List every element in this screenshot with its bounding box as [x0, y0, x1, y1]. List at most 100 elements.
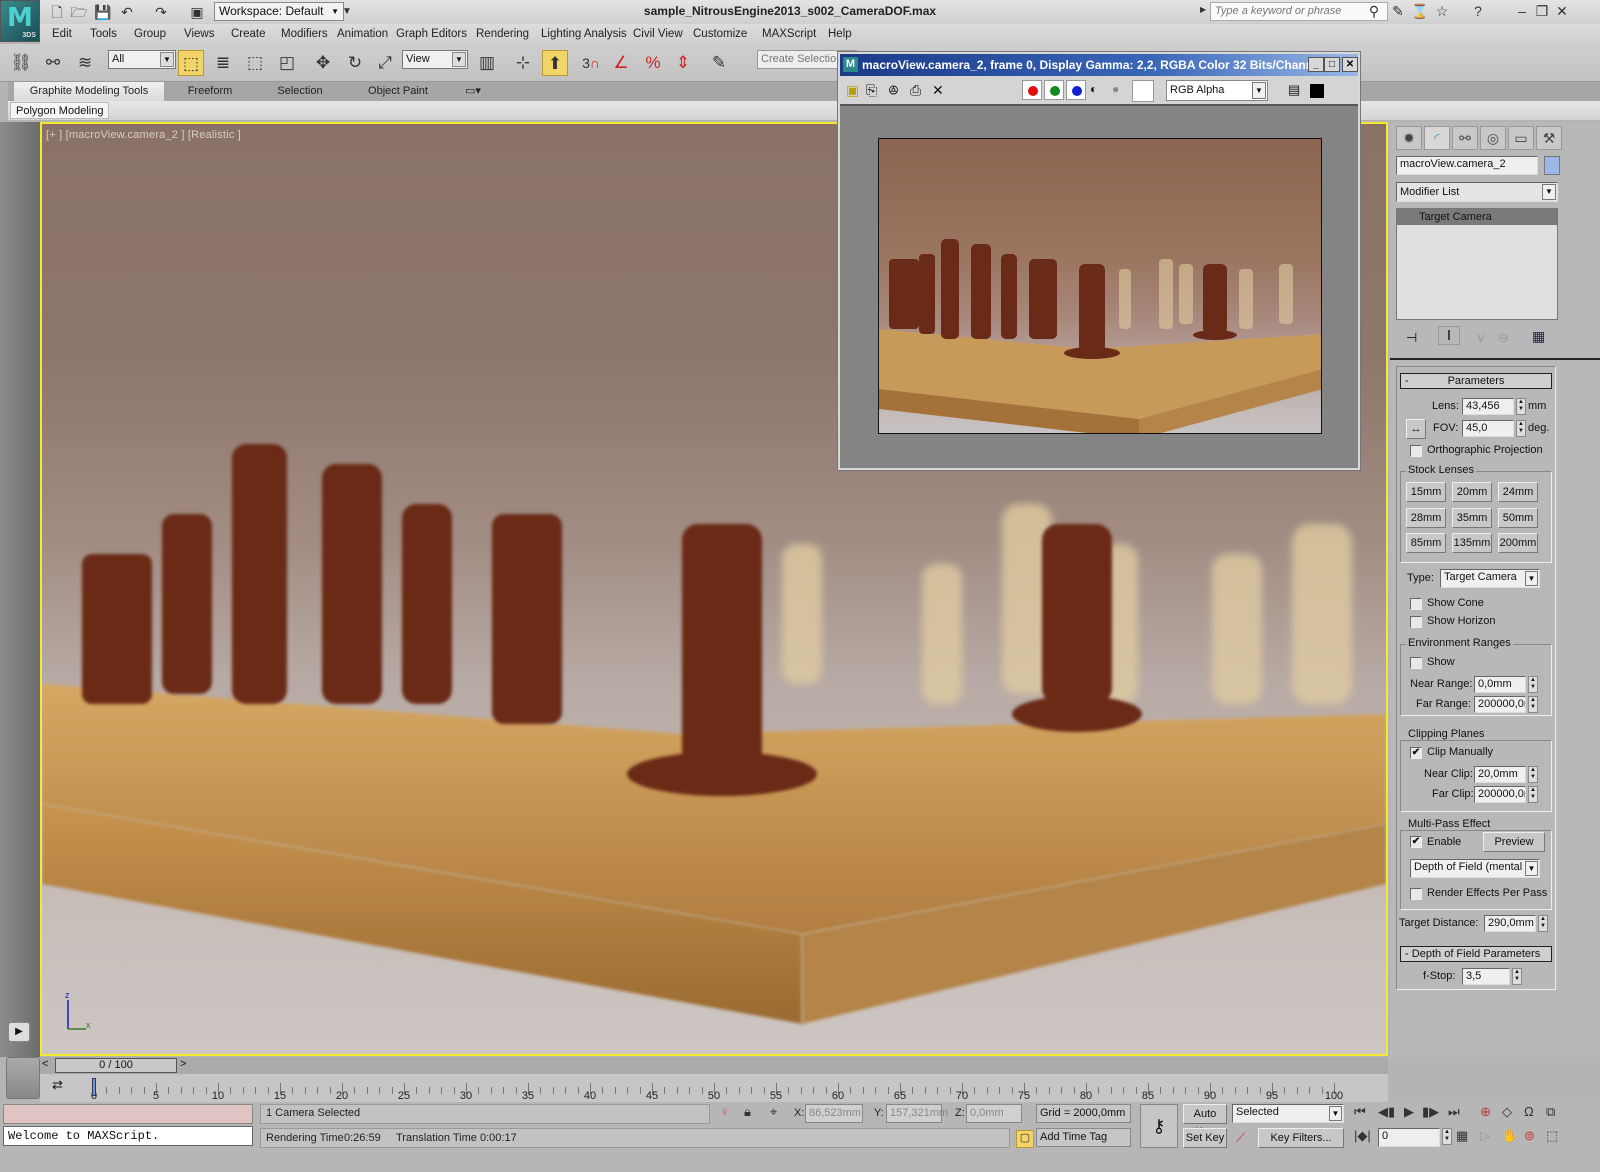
curve-editor-icon[interactable]: ⇄ [52, 1077, 63, 1093]
pivot-center-icon[interactable]: ▥ [474, 50, 500, 76]
add-time-tag-button[interactable]: Add Time Tag [1036, 1128, 1131, 1147]
angle-snap-icon[interactable]: ∠ [608, 50, 634, 76]
key-mode-dropdown[interactable]: Selected ▼ [1232, 1104, 1344, 1123]
reference-coordinate-dropdown[interactable]: View ▼ [402, 50, 468, 69]
maximize-viewport-icon[interactable]: ⬚ [1546, 1128, 1558, 1144]
monochrome-icon[interactable]: ● [1112, 82, 1119, 96]
next-frame-icon[interactable]: ▮▶ [1422, 1104, 1439, 1120]
quick-access-dropdown-icon[interactable]: ▼ [338, 3, 356, 21]
time-slider-knob[interactable]: 0 / 100 [55, 1058, 177, 1073]
configure-modifier-sets-icon[interactable]: ▦ [1532, 328, 1545, 345]
far-range-input[interactable]: 200000,0r [1474, 696, 1526, 713]
percent-snap-icon[interactable]: % [640, 50, 666, 76]
move-icon[interactable]: ✥ [310, 50, 336, 76]
toggle-ui-icon[interactable] [1310, 84, 1324, 98]
print-image-icon[interactable]: ⎙ [910, 82, 921, 99]
edit-named-selection-icon[interactable]: ✎ [706, 50, 732, 76]
clear-image-icon[interactable]: ✕ [932, 82, 944, 99]
menu-group[interactable]: Group [134, 28, 166, 40]
save-image-icon[interactable]: ▣ [846, 82, 859, 99]
unlink-icon[interactable]: ⚯ [40, 50, 66, 76]
near-range-input[interactable]: 0,0mm [1474, 676, 1526, 693]
remove-modifier-icon[interactable]: ⊖ [1498, 330, 1509, 346]
channel-display-dropdown[interactable]: RGB Alpha ▼ [1166, 80, 1268, 101]
set-key-button[interactable]: Set Key [1183, 1128, 1227, 1148]
clip-manually-checkbox[interactable]: ✔ [1410, 747, 1422, 759]
toggle-ui-overlay-icon[interactable]: ▤ [1288, 82, 1300, 98]
selection-lock-icon[interactable]: 🔒︎ [744, 1104, 751, 1120]
rectangular-selection-icon[interactable]: ⬚ [242, 50, 268, 76]
show-end-result-icon[interactable]: I [1438, 326, 1460, 345]
modifier-list-dropdown[interactable]: Modifier List ▼ [1396, 182, 1558, 202]
select-object-icon[interactable]: ⬚ [178, 50, 204, 76]
window-crossing-icon[interactable]: ◰ [274, 50, 300, 76]
subscription-icon[interactable]: ✎ [1388, 3, 1408, 20]
binoculars-icon[interactable]: ⚲ [1364, 3, 1384, 20]
red-channel-toggle[interactable] [1022, 80, 1042, 100]
current-frame-input[interactable]: 0 [1378, 1128, 1440, 1147]
fov-direction-button[interactable]: ↔ [1406, 419, 1426, 439]
menu-create[interactable]: Create [231, 28, 266, 40]
fstop-input[interactable]: 3,5 [1462, 968, 1510, 985]
target-distance-spinner[interactable]: ▲ ▼ [1538, 915, 1548, 932]
green-channel-toggle[interactable] [1044, 80, 1064, 100]
motion-tab-icon[interactable]: ◎ [1480, 126, 1506, 150]
lens-85mm-button[interactable]: 85mm [1406, 533, 1446, 553]
swatch-color[interactable] [1132, 80, 1154, 102]
far-range-spinner[interactable]: ▲ ▼ [1528, 696, 1538, 713]
close-icon[interactable]: ✕ [1552, 3, 1572, 20]
mp-preview-button[interactable]: Preview [1483, 832, 1545, 852]
menu-lighting-analysis[interactable]: Lighting Analysis [541, 28, 627, 40]
spinner-snap-icon[interactable]: ⇕ [670, 50, 696, 76]
key-mode-toggle-icon[interactable]: |◆| [1354, 1128, 1371, 1144]
target-distance-input[interactable]: 290,0mm [1484, 915, 1536, 932]
application-button[interactable]: M 3DS [0, 0, 40, 42]
near-clip-input[interactable]: 20,0mm [1474, 766, 1526, 783]
scale-icon[interactable]: ⤢ [372, 50, 398, 76]
new-file-icon[interactable]: 🗋 [48, 3, 66, 21]
redo-icon[interactable]: ↷ [152, 3, 170, 21]
dolly-icon[interactable]: ▷ [1480, 1128, 1490, 1144]
absolute-mode-icon[interactable]: ⌖ [770, 1104, 777, 1120]
zoom-all-icon[interactable]: ◇ [1502, 1104, 1512, 1120]
pan-view-icon[interactable]: ✋ [1502, 1128, 1518, 1144]
lens-35mm-button[interactable]: 35mm [1452, 508, 1492, 528]
tab-graphite-modeling-tools[interactable]: Graphite Modeling Tools [14, 82, 164, 101]
menu-civil-view[interactable]: Civil View [633, 28, 683, 40]
current-frame-marker[interactable] [92, 1078, 96, 1096]
time-tag-icon[interactable]: ▢ [1016, 1130, 1034, 1148]
near-clip-spinner[interactable]: ▲ ▼ [1528, 766, 1538, 783]
mini-curve-editor-toggle[interactable] [6, 1057, 40, 1099]
blue-channel-toggle[interactable] [1066, 80, 1086, 100]
prev-frame-arrow[interactable]: < [42, 1058, 48, 1070]
y-coordinate-input[interactable]: 157,321mm [886, 1104, 948, 1123]
alpha-channel-icon[interactable]: ◐ [1090, 82, 1097, 96]
field-of-view-icon[interactable]: Ω [1524, 1104, 1534, 1119]
select-manipulate-icon[interactable]: ⊹ [510, 50, 536, 76]
mp-enable-checkbox[interactable]: ✔ [1410, 836, 1422, 848]
menu-help[interactable]: Help [828, 28, 852, 40]
menu-edit[interactable]: Edit [52, 28, 72, 40]
undo-icon[interactable]: ↶ [118, 3, 136, 21]
current-frame-spinner[interactable]: ▲ ▼ [1442, 1128, 1452, 1145]
tab-selection[interactable]: Selection [260, 82, 340, 101]
make-unique-icon[interactable]: ∨ [1476, 330, 1486, 346]
zoom-icon[interactable]: ⊕ [1480, 1104, 1491, 1120]
search-input[interactable]: Type a keyword or phrase [1210, 2, 1388, 21]
expand-viewport-icon[interactable]: ▶ [8, 1022, 30, 1042]
orbit-icon[interactable]: ⊚ [1524, 1128, 1535, 1144]
x-coordinate-input[interactable]: 86,523mm [805, 1104, 863, 1123]
lens-20mm-button[interactable]: 20mm [1452, 482, 1492, 502]
lens-input[interactable]: 43,456 [1462, 398, 1514, 415]
go-to-end-icon[interactable]: ⏭ [1448, 1104, 1460, 1120]
object-color-swatch[interactable] [1544, 156, 1560, 175]
pin-stack-icon[interactable]: ⊣ [1406, 330, 1417, 346]
next-frame-arrow[interactable]: > [180, 1058, 186, 1070]
keyboard-shortcut-override-icon[interactable]: ⬆ [542, 50, 568, 76]
orthographic-checkbox[interactable] [1410, 445, 1422, 457]
modify-tab-icon[interactable]: ◜ [1424, 126, 1450, 150]
env-show-checkbox[interactable] [1410, 657, 1422, 669]
search-expand-icon[interactable]: ▶ [1200, 5, 1206, 14]
rotate-icon[interactable]: ↻ [342, 50, 368, 76]
maxscript-output[interactable]: Welcome to MAXScript. [3, 1126, 253, 1146]
